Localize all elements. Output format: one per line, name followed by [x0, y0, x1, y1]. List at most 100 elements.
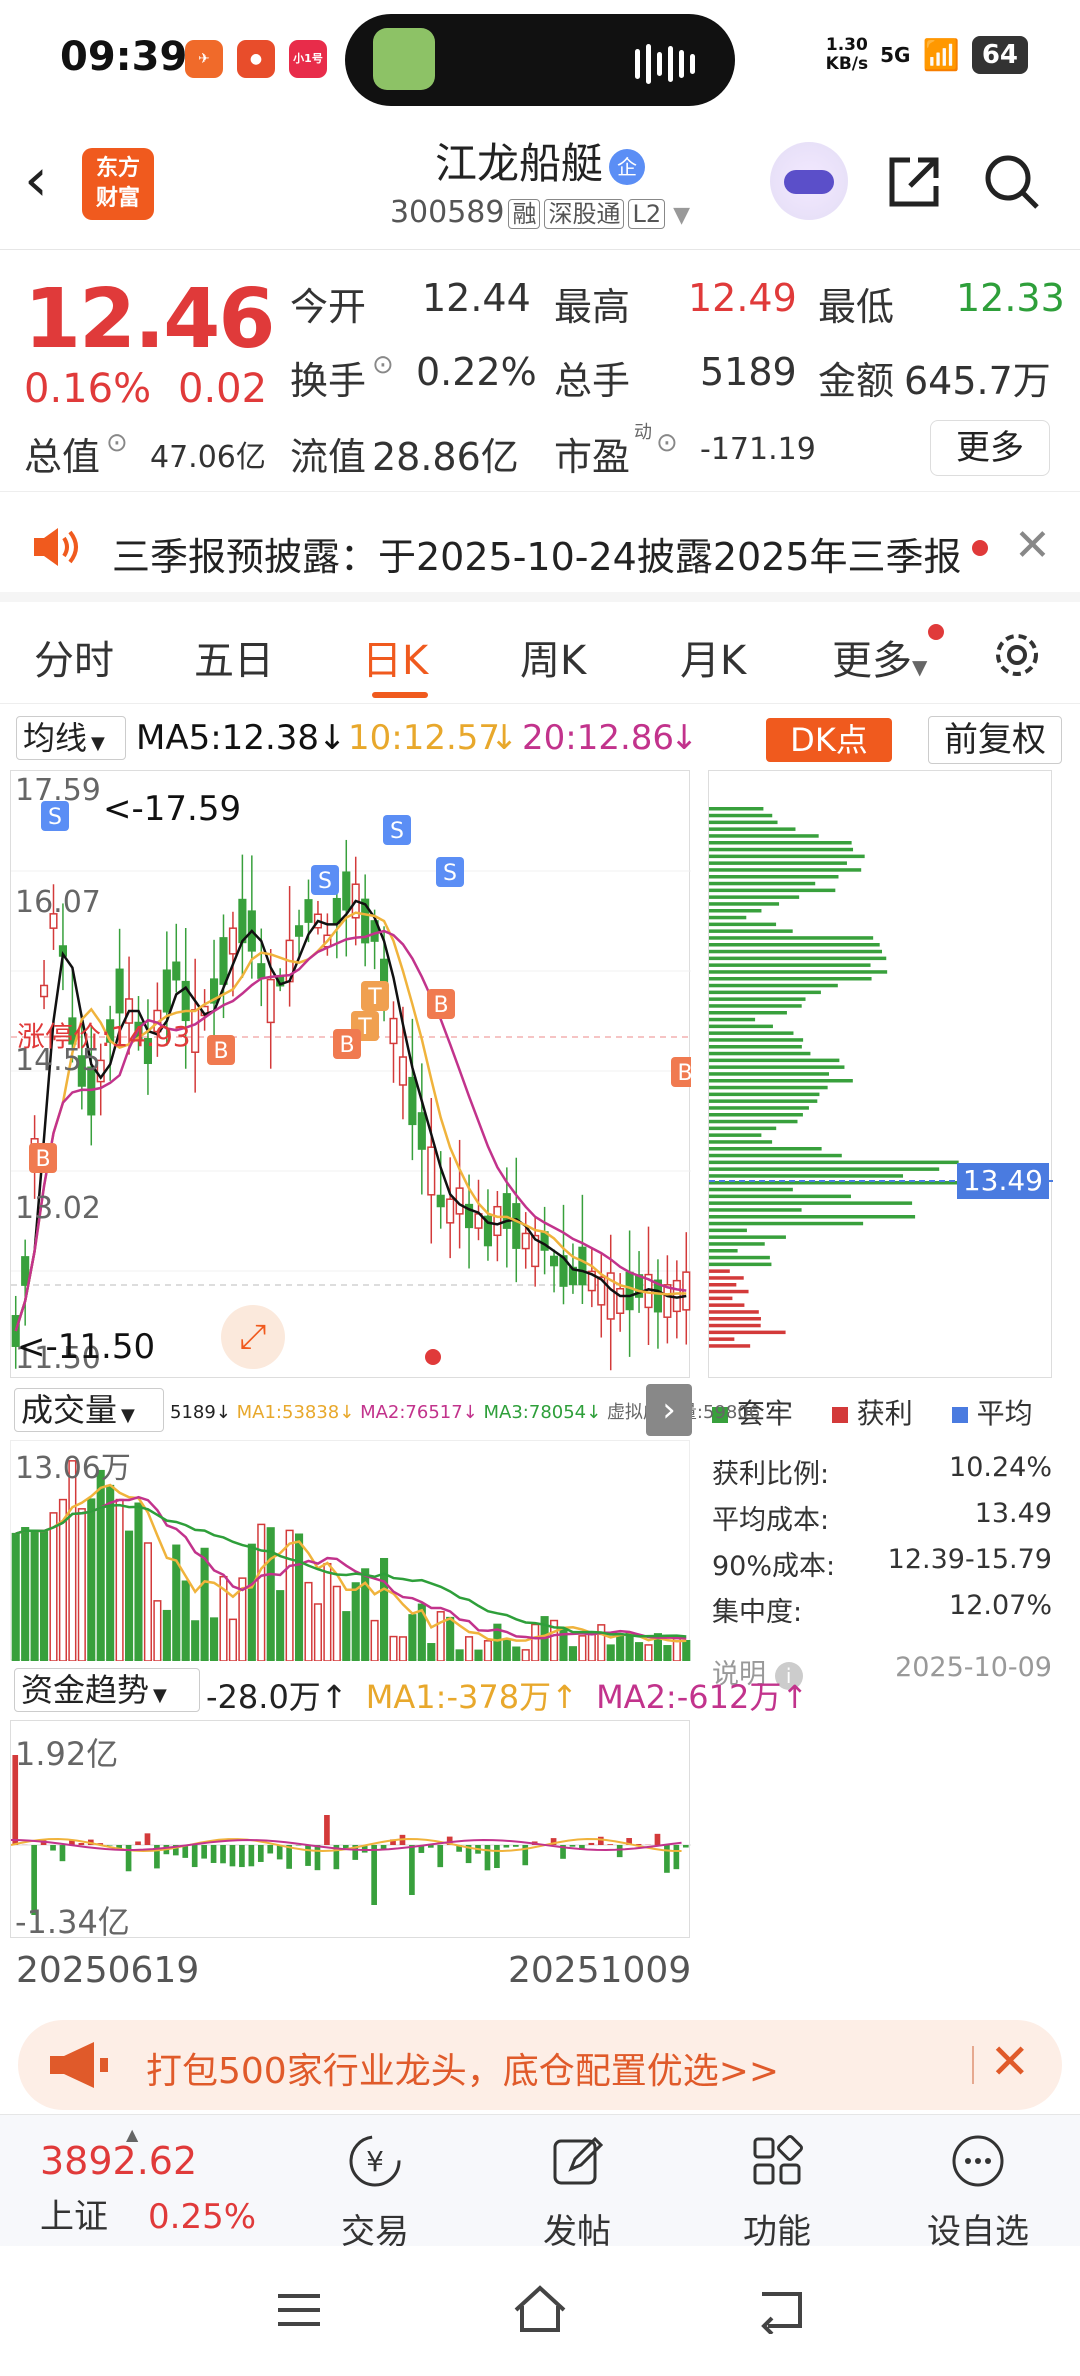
- signal-badge-label: B: [339, 1033, 354, 1058]
- quote-panel: 12.46 0.16% 0.02 今开 12.44 最高 12.49 最低 12…: [0, 252, 1080, 492]
- open-value: 12.44: [422, 276, 531, 320]
- ma10-arrow: ↓: [490, 718, 519, 758]
- chip-bar: [709, 1051, 811, 1056]
- chevron-down-icon: ▼: [673, 203, 691, 228]
- signal-badge-label: S: [443, 861, 457, 886]
- candle-body: [493, 1205, 502, 1237]
- home-icon[interactable]: [510, 2282, 570, 2336]
- chip-bar: [709, 854, 865, 859]
- announcement-text: 三季报预披露：于2025-10-24披露2025年三季报: [112, 535, 962, 579]
- system-nav-bar: [0, 2246, 1080, 2376]
- chip-bar: [709, 875, 839, 879]
- share-icon[interactable]: [882, 150, 946, 214]
- expand-icon[interactable]: ⤢: [221, 1305, 285, 1369]
- adjust-button[interactable]: 前复权: [928, 716, 1062, 764]
- volume-bar: [276, 1590, 285, 1661]
- volume-selector[interactable]: 成交量 ▼: [14, 1388, 164, 1432]
- candle-body: [625, 1271, 634, 1311]
- index-value: 3892.62: [40, 2139, 198, 2183]
- fund-info: -28.0万↑ MA1:-378万↑ MA2:-612万↑: [206, 1678, 809, 1716]
- info-icon[interactable]: ⊙: [656, 428, 678, 458]
- min-marker: <-11.50: [17, 1327, 156, 1367]
- promo-banner[interactable]: 打包500家行业龙头，底仓配置优选>> ✕: [18, 2020, 1062, 2110]
- signal-badge-label: B: [35, 1147, 50, 1172]
- fund-selector[interactable]: 资金趋势 ▼: [14, 1668, 200, 1712]
- chevron-right-icon[interactable]: ›: [646, 1384, 692, 1436]
- volume-bar: [228, 1618, 237, 1661]
- chip-bar: [709, 1167, 940, 1171]
- tab-more[interactable]: 更多▼: [832, 628, 927, 686]
- chip-bar: [709, 881, 816, 886]
- more-button[interactable]: 更多: [930, 420, 1050, 476]
- tab-weekly-k[interactable]: 周K: [520, 628, 586, 686]
- volume-bar: [606, 1644, 615, 1661]
- info-icon[interactable]: ⊙: [372, 350, 394, 380]
- back-nav-icon[interactable]: [754, 2286, 808, 2334]
- volume-bar: [106, 1484, 115, 1661]
- limit-price-label: 涨停价:14.93: [17, 1020, 191, 1053]
- info-icon[interactable]: ⊙: [106, 428, 128, 458]
- ma-selector[interactable]: 均线 ▼: [16, 716, 126, 760]
- signal-badge-label: S: [48, 805, 62, 830]
- volume-chart[interactable]: 13.06万: [10, 1440, 691, 1661]
- fund-max-label: 1.92亿: [15, 1735, 119, 1773]
- volume-bar: [143, 1542, 152, 1661]
- chip-bar: [709, 1296, 733, 1301]
- menu-icon[interactable]: [274, 2290, 324, 2330]
- close-icon[interactable]: ✕: [1014, 520, 1051, 571]
- fund-min-label: -1.34亿: [15, 1903, 130, 1941]
- volume-bar: [115, 1498, 124, 1661]
- trade-button[interactable]: ¥ 交易: [330, 2115, 420, 2253]
- add-watchlist-button[interactable]: 设自选: [918, 2115, 1038, 2253]
- gear-icon[interactable]: [990, 628, 1044, 682]
- post-button[interactable]: 发帖: [532, 2115, 622, 2253]
- tab-monthly-k[interactable]: 月K: [680, 628, 746, 686]
- chip-bar: [709, 1215, 916, 1219]
- chip-bar: [709, 1269, 730, 1273]
- candle-body: [427, 1146, 436, 1196]
- chip-bar: [709, 1283, 737, 1287]
- change-percent: 0.16%: [24, 366, 152, 412]
- wifi-icon: 📶: [922, 37, 960, 73]
- candle-body: [172, 961, 181, 981]
- fund-bar: [484, 1845, 491, 1871]
- candle-body: [512, 1203, 521, 1249]
- function-button[interactable]: 功能: [732, 2115, 822, 2253]
- low-value: 12.33: [956, 276, 1065, 320]
- tab-intraday[interactable]: 分时: [34, 628, 114, 686]
- candle-body: [257, 963, 266, 979]
- volume-value: 5189: [700, 350, 797, 394]
- mktcap-value: 47.06亿: [150, 440, 266, 475]
- chip-bar: [709, 1099, 818, 1103]
- ma10-value: 10:12.57: [348, 718, 501, 758]
- index-widget[interactable]: ▲ 3892.62 上证 0.25%: [40, 2125, 256, 2238]
- search-icon[interactable]: [980, 150, 1044, 214]
- volume-bar: [644, 1644, 653, 1661]
- chip-bar: [709, 963, 871, 967]
- fund-bar: [654, 1833, 661, 1845]
- tab-five-day[interactable]: 五日: [194, 628, 274, 686]
- volume-bar: [49, 1512, 58, 1661]
- volume-label: 总手: [554, 359, 631, 403]
- fund-bar: [616, 1845, 623, 1858]
- dk-point-button[interactable]: DK点: [766, 718, 892, 762]
- assistant-robot-icon[interactable]: [770, 142, 848, 220]
- dynamic-island[interactable]: [345, 14, 735, 106]
- event-dot[interactable]: [425, 1349, 441, 1365]
- volume-bar: [597, 1624, 606, 1661]
- candle-body: [219, 937, 228, 985]
- amount-value: 645.7万: [904, 359, 1051, 403]
- volume-bar: [30, 1530, 39, 1661]
- volume-bar: [295, 1533, 304, 1661]
- chip-bar: [709, 1147, 822, 1151]
- volume-bar: [342, 1611, 351, 1661]
- fund-trend-chart[interactable]: 1.92亿 -1.34亿: [10, 1720, 691, 1941]
- kline-chart[interactable]: SSSSBBBBTTB 17.59 16.07 14.55 13.02 11.5…: [10, 770, 691, 1378]
- tab-daily-k[interactable]: 日K: [362, 628, 428, 686]
- volume-bar: [153, 1600, 162, 1661]
- announcement-banner[interactable]: 三季报预披露：于2025-10-24披露2025年三季报 ✕: [0, 494, 1080, 602]
- volume-bar: [616, 1634, 625, 1661]
- chip-distribution-chart[interactable]: 13.49: [708, 770, 1053, 1378]
- candle-body: [21, 1256, 30, 1286]
- close-icon[interactable]: ✕: [990, 2034, 1030, 2090]
